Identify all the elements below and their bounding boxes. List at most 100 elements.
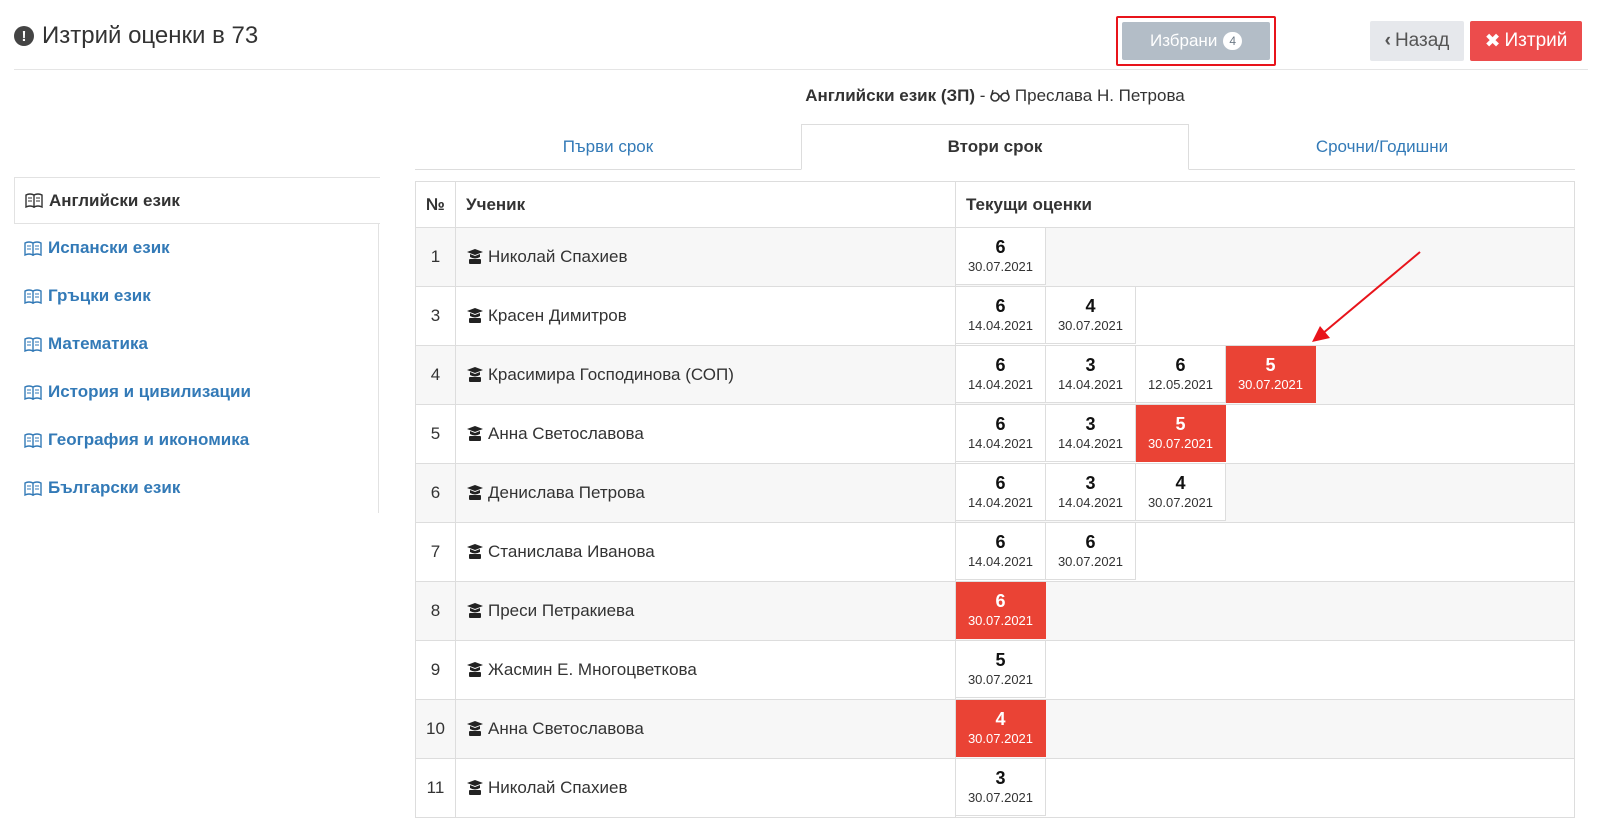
student-name: Красен Димитров xyxy=(488,306,627,325)
selected-button[interactable]: Избрани 4 xyxy=(1122,22,1270,60)
student-cell: Денислава Петрова xyxy=(455,463,956,523)
student-cell: Николай Спахиев xyxy=(455,758,956,818)
tab-first-term[interactable]: Първи срок xyxy=(415,124,801,169)
row-number: 10 xyxy=(415,699,456,759)
grade-date: 14.04.2021 xyxy=(967,377,1034,392)
grade-item[interactable]: 3 30.07.2021 xyxy=(956,759,1046,816)
sidebar-item-label: Английски език xyxy=(49,190,180,210)
grade-item[interactable]: 6 14.04.2021 xyxy=(956,523,1046,580)
tab-term-annual[interactable]: Срочни/Годишни xyxy=(1189,124,1575,169)
selected-label: Избрани xyxy=(1149,31,1218,50)
graduation-cap-icon xyxy=(466,602,484,618)
grade-item[interactable]: 3 14.04.2021 xyxy=(1046,405,1136,462)
student-name: Преси Петракиева xyxy=(488,601,635,620)
grade-item[interactable]: 5 30.07.2021 xyxy=(1136,405,1226,462)
grades-cell: 6 14.04.2021 3 14.04.2021 5 30.07.2021 xyxy=(955,404,1575,464)
sidebar-item-2[interactable]: Гръцки език xyxy=(14,272,378,320)
delete-button[interactable]: ✖ Изтрий xyxy=(1470,21,1582,61)
graduation-cap-icon xyxy=(466,366,484,382)
grade-date: 14.04.2021 xyxy=(1057,436,1124,451)
back-button[interactable]: ‹ Назад xyxy=(1370,21,1464,61)
sidebar-item-4[interactable]: История и цивилизации xyxy=(14,368,378,416)
book-icon xyxy=(24,480,42,496)
grade-item[interactable]: 6 14.04.2021 xyxy=(956,346,1046,403)
table-row: 7 Станислава Иванова 6 14.04.2021 6 30.07.202… xyxy=(415,522,1575,582)
student-name: Красимира Господинова (СОП) xyxy=(488,365,734,384)
grade-value: 6 xyxy=(995,296,1006,316)
grade-value: 3 xyxy=(1085,473,1096,493)
grade-date: 12.05.2021 xyxy=(1147,377,1214,392)
sidebar-item-3[interactable]: Математика xyxy=(14,320,378,368)
grade-value: 6 xyxy=(995,414,1006,434)
table-row: 8 Преси Петракиева 6 30.07.2021 xyxy=(415,581,1575,641)
grade-value: 6 xyxy=(1085,532,1096,552)
table-row: 10 Анна Светославова 4 30.07.2021 xyxy=(415,699,1575,759)
sidebar-item-label: Гръцки език xyxy=(48,286,151,305)
tab-second-term[interactable]: Втори срок xyxy=(801,124,1189,170)
grades-table-body: 1 Николай Спахиев 6 30.07.2021 3 Красен Димит… xyxy=(415,227,1575,818)
grade-value: 3 xyxy=(995,768,1006,788)
table-row: 3 Красен Димитров 6 14.04.2021 4 30.07.2021 xyxy=(415,286,1575,346)
subject-name: Английски език (ЗП) xyxy=(805,86,976,105)
grades-cell: 6 14.04.2021 4 30.07.2021 xyxy=(955,286,1575,346)
close-icon: ✖ xyxy=(1484,30,1501,52)
grade-date: 30.07.2021 xyxy=(1147,436,1214,451)
grade-item[interactable]: 3 14.04.2021 xyxy=(1046,464,1136,521)
chevron-left-icon: ‹ xyxy=(1384,30,1391,51)
grade-item[interactable]: 6 30.07.2021 xyxy=(956,582,1046,639)
graduation-cap-icon xyxy=(466,779,484,795)
graduation-cap-icon xyxy=(466,661,484,677)
grade-value: 3 xyxy=(1085,355,1096,375)
sidebar-item-label: Български език xyxy=(48,478,181,497)
page-header: ! Изтрий оценки в 73 xyxy=(14,0,1588,70)
row-number: 7 xyxy=(415,522,456,582)
sidebar-item-6[interactable]: Български език xyxy=(14,464,378,512)
grade-date: 30.07.2021 xyxy=(967,672,1034,687)
sidebar-item-5[interactable]: География и икономика xyxy=(14,416,378,464)
book-icon xyxy=(24,288,42,304)
sidebar-item-0[interactable]: Английски език xyxy=(14,177,380,224)
subject-line: Английски език (ЗП) - Преслава Н. Петров… xyxy=(415,86,1575,106)
grade-item[interactable]: 6 14.04.2021 xyxy=(956,464,1046,521)
grade-item[interactable]: 6 30.07.2021 xyxy=(956,228,1046,285)
student-name: Станислава Иванова xyxy=(488,542,655,561)
grade-value: 6 xyxy=(995,355,1006,375)
grade-item[interactable]: 4 30.07.2021 xyxy=(956,700,1046,757)
grade-item[interactable]: 3 14.04.2021 xyxy=(1046,346,1136,403)
glasses-icon xyxy=(990,86,1015,105)
sidebar-item-label: Испански език xyxy=(48,238,170,257)
grades-cell: 5 30.07.2021 xyxy=(955,640,1575,700)
row-number: 6 xyxy=(415,463,456,523)
grade-date: 30.07.2021 xyxy=(967,731,1034,746)
grade-item[interactable]: 6 14.04.2021 xyxy=(956,405,1046,462)
grade-item[interactable]: 4 30.07.2021 xyxy=(1136,464,1226,521)
table-row: 6 Денислава Петрова 6 14.04.2021 3 14.04.2021… xyxy=(415,463,1575,523)
grade-value: 4 xyxy=(995,709,1006,729)
delete-label: Изтрий xyxy=(1504,30,1568,51)
student-name: Николай Спахиев xyxy=(488,247,628,266)
grade-date: 14.04.2021 xyxy=(1057,377,1124,392)
grade-item[interactable]: 4 30.07.2021 xyxy=(1046,287,1136,344)
student-cell: Станислава Иванова xyxy=(455,522,956,582)
grade-value: 5 xyxy=(1175,414,1186,434)
grade-item[interactable]: 6 12.05.2021 xyxy=(1136,346,1226,403)
grade-value: 6 xyxy=(995,473,1006,493)
grade-item[interactable]: 5 30.07.2021 xyxy=(1226,346,1316,403)
sidebar-item-1[interactable]: Испански език xyxy=(14,224,378,272)
exclamation-circle-icon: ! xyxy=(14,26,34,46)
graduation-cap-icon xyxy=(466,425,484,441)
grade-date: 30.07.2021 xyxy=(1057,554,1124,569)
grades-table-wrap: № Ученик Текущи оценки 1 Николай Спахиев 6… xyxy=(415,181,1575,827)
page-title-text: Изтрий оценки в 73 xyxy=(42,22,259,49)
grade-value: 5 xyxy=(995,650,1006,670)
student-name: Жасмин Е. Многоцветкова xyxy=(488,660,697,679)
grade-item[interactable]: 5 30.07.2021 xyxy=(956,641,1046,698)
sidebar-item-label: География и икономика xyxy=(48,430,250,449)
selected-count-badge: 4 xyxy=(1223,32,1243,50)
student-name: Денислава Петрова xyxy=(488,483,645,502)
row-number: 3 xyxy=(415,286,456,346)
grade-date: 14.04.2021 xyxy=(967,436,1034,451)
grades-cell: 6 14.04.2021 3 14.04.2021 4 30.07.2021 xyxy=(955,463,1575,523)
grade-item[interactable]: 6 14.04.2021 xyxy=(956,287,1046,344)
grade-item[interactable]: 6 30.07.2021 xyxy=(1046,523,1136,580)
